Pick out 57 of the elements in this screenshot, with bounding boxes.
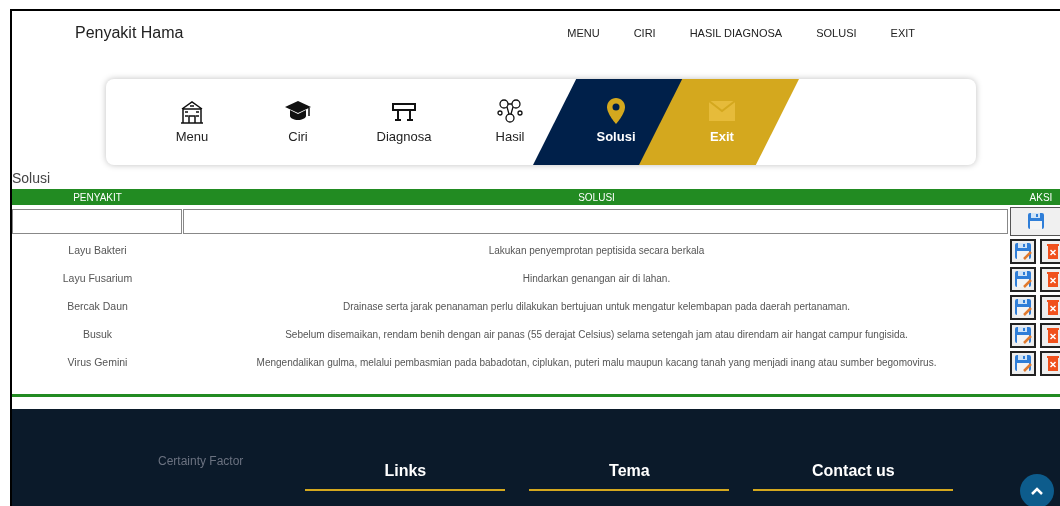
- delete-button[interactable]: [1040, 350, 1060, 376]
- trash-icon: [1046, 270, 1060, 288]
- trash-icon: [1046, 326, 1060, 344]
- table-cell: Busuk: [82, 328, 113, 341]
- tab-label: Hasil: [495, 128, 525, 146]
- table-cell: Bercak Daun: [67, 300, 128, 313]
- trash-icon: [1046, 242, 1060, 260]
- tab-label: Ciri: [288, 128, 308, 146]
- footer-heading: Tema: [609, 462, 650, 479]
- nav-link[interactable]: MENU: [567, 24, 600, 42]
- delete-button[interactable]: [1040, 266, 1060, 292]
- delete-button[interactable]: [1040, 322, 1060, 348]
- nav-link[interactable]: SOLUSI: [816, 24, 857, 42]
- column-header: AKSI: [1029, 191, 1053, 203]
- tab[interactable]: Ciri: [258, 97, 338, 147]
- footer-about-title: Certainty Factor: [158, 453, 244, 470]
- table-cell: Sebelum disemaikan, rendam benih dengan air panas (55 derajat Celsius) selama setengah jam atau direndam air hangat campur fungisida.: [285, 329, 908, 341]
- table-cell: Layu Fusarium: [62, 272, 133, 285]
- trash-icon: [1046, 354, 1060, 372]
- edit-button[interactable]: [1010, 266, 1036, 292]
- table-cell: Layu Bakteri: [68, 244, 127, 257]
- edit-button[interactable]: [1010, 238, 1036, 264]
- tab[interactable]: Hasil: [470, 97, 550, 147]
- nav-link[interactable]: EXIT: [890, 24, 915, 42]
- edit-button[interactable]: [1010, 322, 1036, 348]
- footer-heading: Contact us: [812, 462, 895, 479]
- table-cell: Drainase serta jarak penanaman perlu dilakukan bertujuan untuk mengatur kelembapan pada daerah pertanaman.: [343, 301, 850, 313]
- footer-heading: Links: [384, 462, 427, 479]
- tab-label: Exit: [710, 128, 734, 146]
- column-header: SOLUSI: [578, 191, 615, 203]
- location-pin-icon: [606, 97, 626, 125]
- table-cell: Virus Gemini: [67, 356, 128, 369]
- tab[interactable]: Diagnosa: [364, 97, 444, 147]
- delete-button[interactable]: [1040, 238, 1060, 264]
- solusi-input[interactable]: [183, 208, 1008, 234]
- tab-label: Diagnosa: [376, 128, 432, 146]
- network-icon: [496, 97, 524, 125]
- tab[interactable]: Solusi: [576, 97, 656, 147]
- chevron-up-icon: [1030, 486, 1044, 496]
- column-header: PENYAKIT: [73, 191, 122, 203]
- table-cell: Hindarkan genangan air di lahan.: [522, 273, 671, 285]
- edit-button[interactable]: [1010, 350, 1036, 376]
- table-cell: Lakukan penyemprotan peptisida secara berkala: [488, 245, 705, 257]
- table-cell: Mengendalikan gulma, melalui pembasmian pada babadotan, ciplukan, puteri malu maupun kacang tanah yang menjadi inang atau sumber begomovirus.: [256, 357, 937, 369]
- delete-button[interactable]: [1040, 294, 1060, 320]
- brand-title: Penyakit Hama: [75, 23, 184, 43]
- tab-label: Menu: [175, 128, 209, 146]
- section-title: Solusi: [12, 169, 52, 188]
- trash-icon: [1046, 298, 1060, 316]
- save-button[interactable]: [1010, 206, 1060, 236]
- tab[interactable]: Menu: [152, 97, 232, 147]
- scroll-top-button[interactable]: [1020, 474, 1054, 506]
- nav-link[interactable]: HASIL DIAGNOSA: [689, 24, 783, 42]
- nav-link[interactable]: CIRI: [633, 24, 656, 42]
- edit-button[interactable]: [1010, 294, 1036, 320]
- penyakit-input[interactable]: [12, 208, 182, 234]
- tab-label: Solusi: [596, 128, 636, 146]
